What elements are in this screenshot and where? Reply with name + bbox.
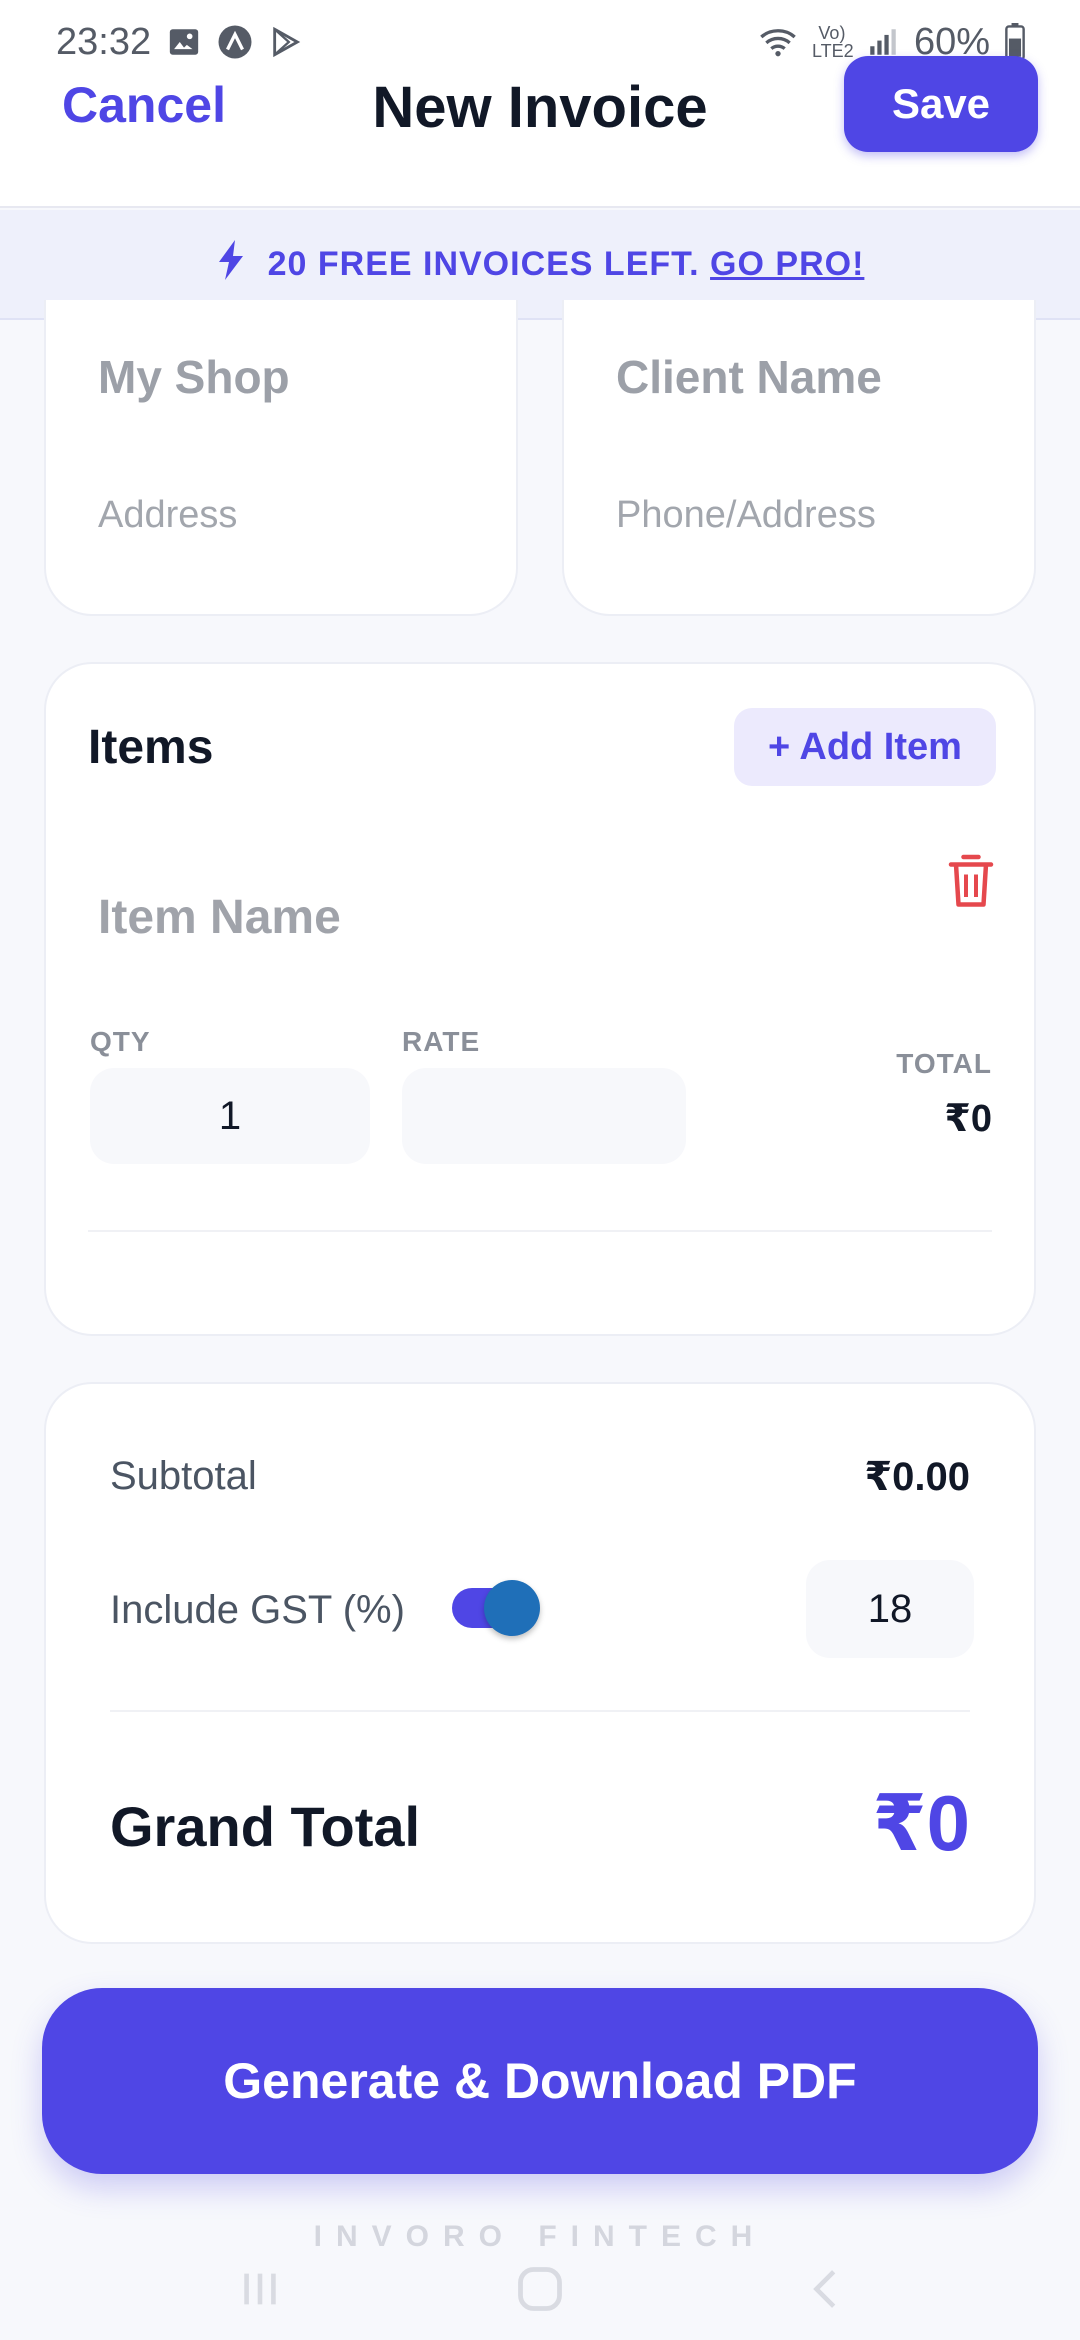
gst-rate-input[interactable]: 18 (806, 1560, 974, 1658)
item-divider (88, 1230, 992, 1232)
rate-input[interactable] (402, 1068, 686, 1164)
item-total-value: ₹0 (944, 1098, 992, 1140)
recent-apps-icon[interactable] (230, 2254, 290, 2324)
shop-details-card: My Shop Address (44, 300, 518, 616)
trash-icon[interactable] (946, 854, 996, 910)
go-pro-link[interactable]: GO PRO! (710, 245, 864, 283)
lightning-icon (216, 239, 246, 289)
summary-divider (110, 1710, 970, 1712)
network-label: Vo) LTE2 (811, 23, 854, 61)
item-name-input[interactable]: Item Name (98, 890, 341, 945)
gst-label: Include GST (%) (110, 1588, 405, 1632)
home-icon[interactable] (510, 2254, 570, 2324)
gallery-icon (167, 25, 201, 59)
add-item-button[interactable]: + Add Item (734, 708, 996, 786)
subtotal-value: ₹0.00 (864, 1455, 970, 1499)
summary-card: Subtotal ₹0.00 Include GST (%) 18 Grand … (44, 1382, 1036, 1944)
shop-name-input[interactable]: My Shop (98, 350, 290, 404)
app-header: 23:32 Vo) LTE2 60% Cancel New Invoice Sa… (0, 0, 1080, 208)
back-icon[interactable] (796, 2254, 856, 2324)
play-store-icon (269, 25, 303, 59)
gst-toggle-knob[interactable] (484, 1580, 540, 1636)
items-card: Items + Add Item Item Name QTY 1 RATE TO… (44, 662, 1036, 1336)
total-label: TOTAL (896, 1048, 992, 1079)
subtotal-label: Subtotal (110, 1454, 257, 1498)
qty-input[interactable]: 1 (90, 1068, 370, 1164)
save-button[interactable]: Save (844, 56, 1038, 152)
app-icon (217, 24, 253, 60)
shop-address-input[interactable]: Address (98, 494, 237, 537)
qty-label: QTY (90, 1026, 151, 1057)
client-details-card: Client Name Phone/Address (562, 300, 1036, 616)
wifi-icon (758, 25, 798, 59)
grand-total-label: Grand Total (110, 1795, 421, 1858)
client-name-input[interactable]: Client Name (616, 350, 882, 404)
promo-text: 20 FREE INVOICES LEFT. (267, 244, 700, 283)
title-row: Cancel New Invoice Save (0, 56, 1080, 156)
invoice-screen: 23:32 Vo) LTE2 60% Cancel New Invoice Sa… (0, 0, 1080, 2340)
signal-icon (866, 25, 900, 59)
grand-total-value: ₹0 (872, 1779, 970, 1867)
items-title: Items (88, 721, 214, 774)
client-address-input[interactable]: Phone/Address (616, 494, 876, 537)
system-nav-bar (0, 2240, 1080, 2340)
rate-label: RATE (402, 1026, 481, 1057)
generate-pdf-button[interactable]: Generate & Download PDF (42, 1988, 1038, 2174)
